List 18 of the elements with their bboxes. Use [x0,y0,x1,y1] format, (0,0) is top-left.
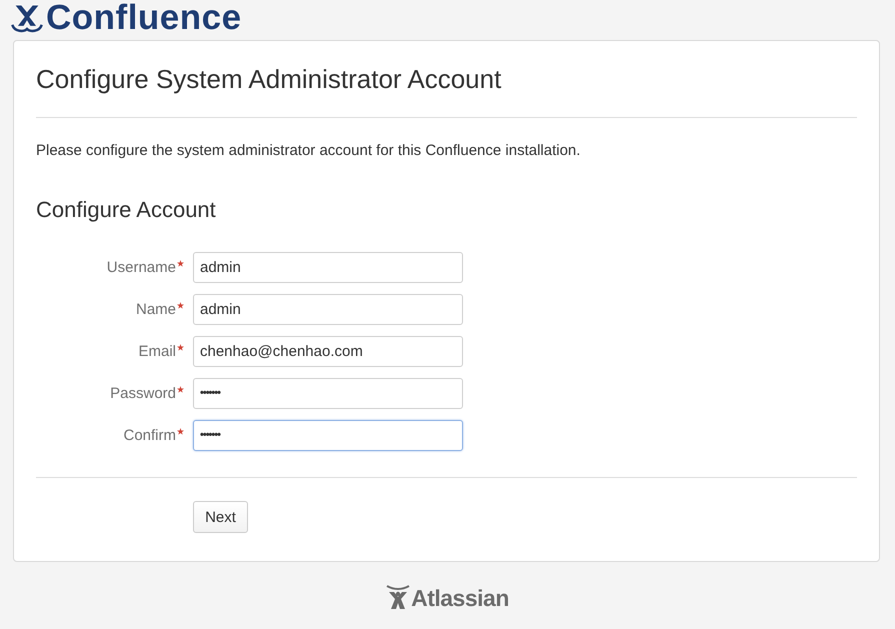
logo-text: Confluence [46,0,242,36]
section-title: Configure Account [36,197,217,223]
password-field[interactable]: ••••••• [193,420,463,451]
footer-logo-text: Atlassian [411,586,509,610]
description-text: Please configure the system administrator account for this Confluence installation. [36,142,582,160]
field-label: Email [138,342,176,360]
input-field[interactable]: admin [193,294,463,325]
page-title: Configure System Administrator Account [36,63,502,95]
footer-logo-icon [386,584,410,610]
field-label: Name [136,300,176,318]
password-field[interactable]: ••••••• [193,378,463,409]
input-field[interactable]: chenhao@chenhao.com [193,336,463,367]
field-label: Confirm [123,426,176,444]
field-label: Username [106,258,176,276]
logo-icon [10,3,44,33]
input-field[interactable]: admin [193,252,463,283]
next-button[interactable]: Next [193,501,248,533]
field-label: Password [110,384,176,402]
